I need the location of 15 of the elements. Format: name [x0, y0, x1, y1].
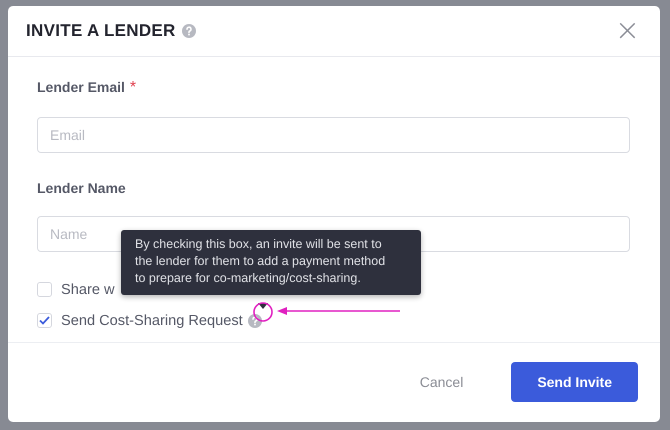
required-mark: * [130, 78, 136, 97]
send-button[interactable]: Send Invite [511, 362, 638, 402]
close-button[interactable]: × [612, 18, 642, 44]
checkbox-label: Share w [61, 282, 115, 298]
field-label: Lender Name [37, 180, 126, 196]
checkbox[interactable] [37, 282, 52, 298]
dialog-title: INVITE A LENDER [26, 20, 176, 41]
field-label: Lender Email [37, 78, 125, 97]
input-field[interactable]: Email [37, 116, 630, 153]
checkbox[interactable] [37, 313, 52, 328]
tooltip-pointer-icon [258, 303, 268, 309]
checkbox-label: Send Cost-Sharing Request [61, 312, 243, 329]
cancel-button[interactable]: Cancel [412, 362, 472, 402]
tooltip: By checking this box, an invite will be sent to the lender for them to add a payment method to prepare for co-marketing/cost-sharing. [121, 230, 421, 295]
help-icon[interactable] [248, 314, 262, 328]
